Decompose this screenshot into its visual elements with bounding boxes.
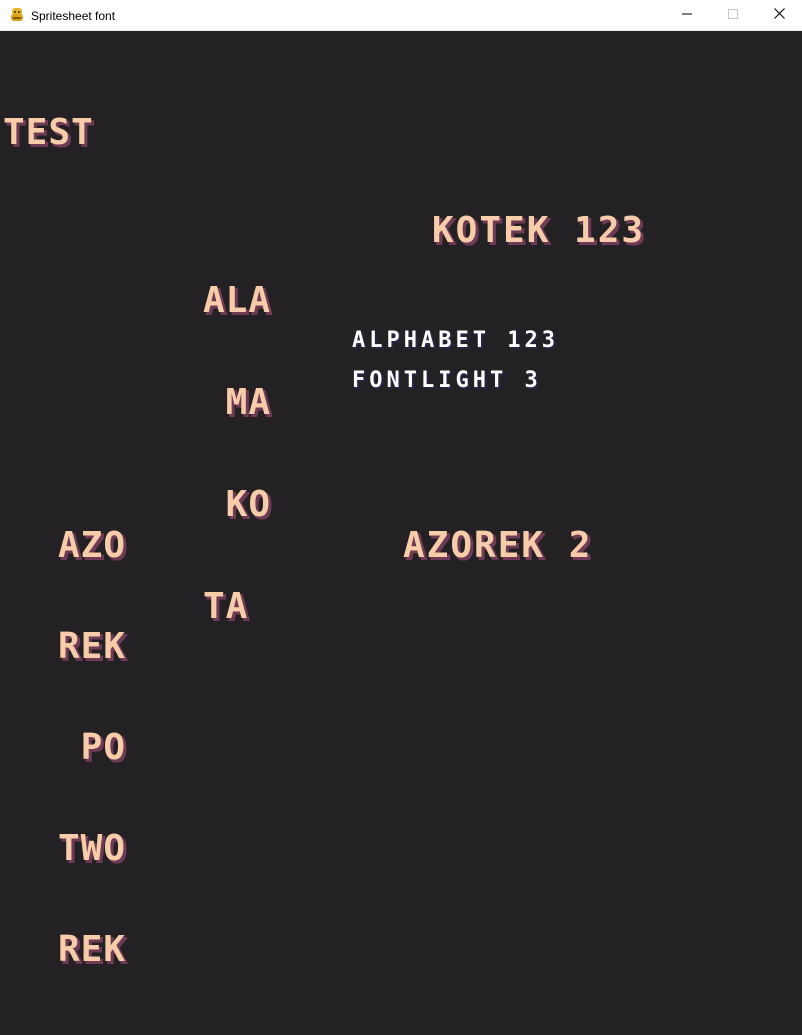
azo-line-3: PO (58, 727, 127, 768)
text-azo-block: AZO REK PO TWO REK (58, 456, 194, 1033)
minimize-icon (682, 6, 692, 24)
python-icon (9, 7, 25, 23)
azo-line-4: TWO (58, 828, 127, 869)
text-ala-block: ALA MA KO TA (203, 211, 339, 691)
azo-line-2: REK (58, 626, 127, 667)
maximize-icon (728, 6, 738, 24)
azo-line-5: REK (58, 929, 127, 970)
minimize-button[interactable] (664, 0, 710, 30)
text-azorek-2: AZOREK 2 (403, 525, 593, 566)
text-kotek: KOTEK 123 (432, 210, 646, 251)
game-canvas[interactable]: TEST ALA MA KO TA KOTEK 123 ALPHABET 123… (0, 31, 802, 968)
close-icon (773, 6, 785, 24)
ala-line-2: MA (203, 382, 272, 423)
close-button[interactable] (756, 0, 802, 30)
text-alphabet: ALPHABET 123 (352, 328, 559, 353)
ala-line-4: TA (203, 586, 249, 627)
ala-line-1: ALA (203, 280, 272, 321)
azo-line-1: AZO (58, 525, 127, 566)
title-bar[interactable]: Spritesheet font (0, 0, 802, 31)
window-title: Spritesheet font (31, 9, 116, 23)
text-test: TEST (3, 112, 94, 153)
ala-line-3: KO (203, 484, 272, 525)
maximize-button[interactable] (710, 0, 756, 30)
app-window: Spritesheet font TEST ALA MA KO TA KOTEK… (0, 0, 802, 968)
text-fontlight: FONTLIGHT 3 (352, 368, 542, 393)
